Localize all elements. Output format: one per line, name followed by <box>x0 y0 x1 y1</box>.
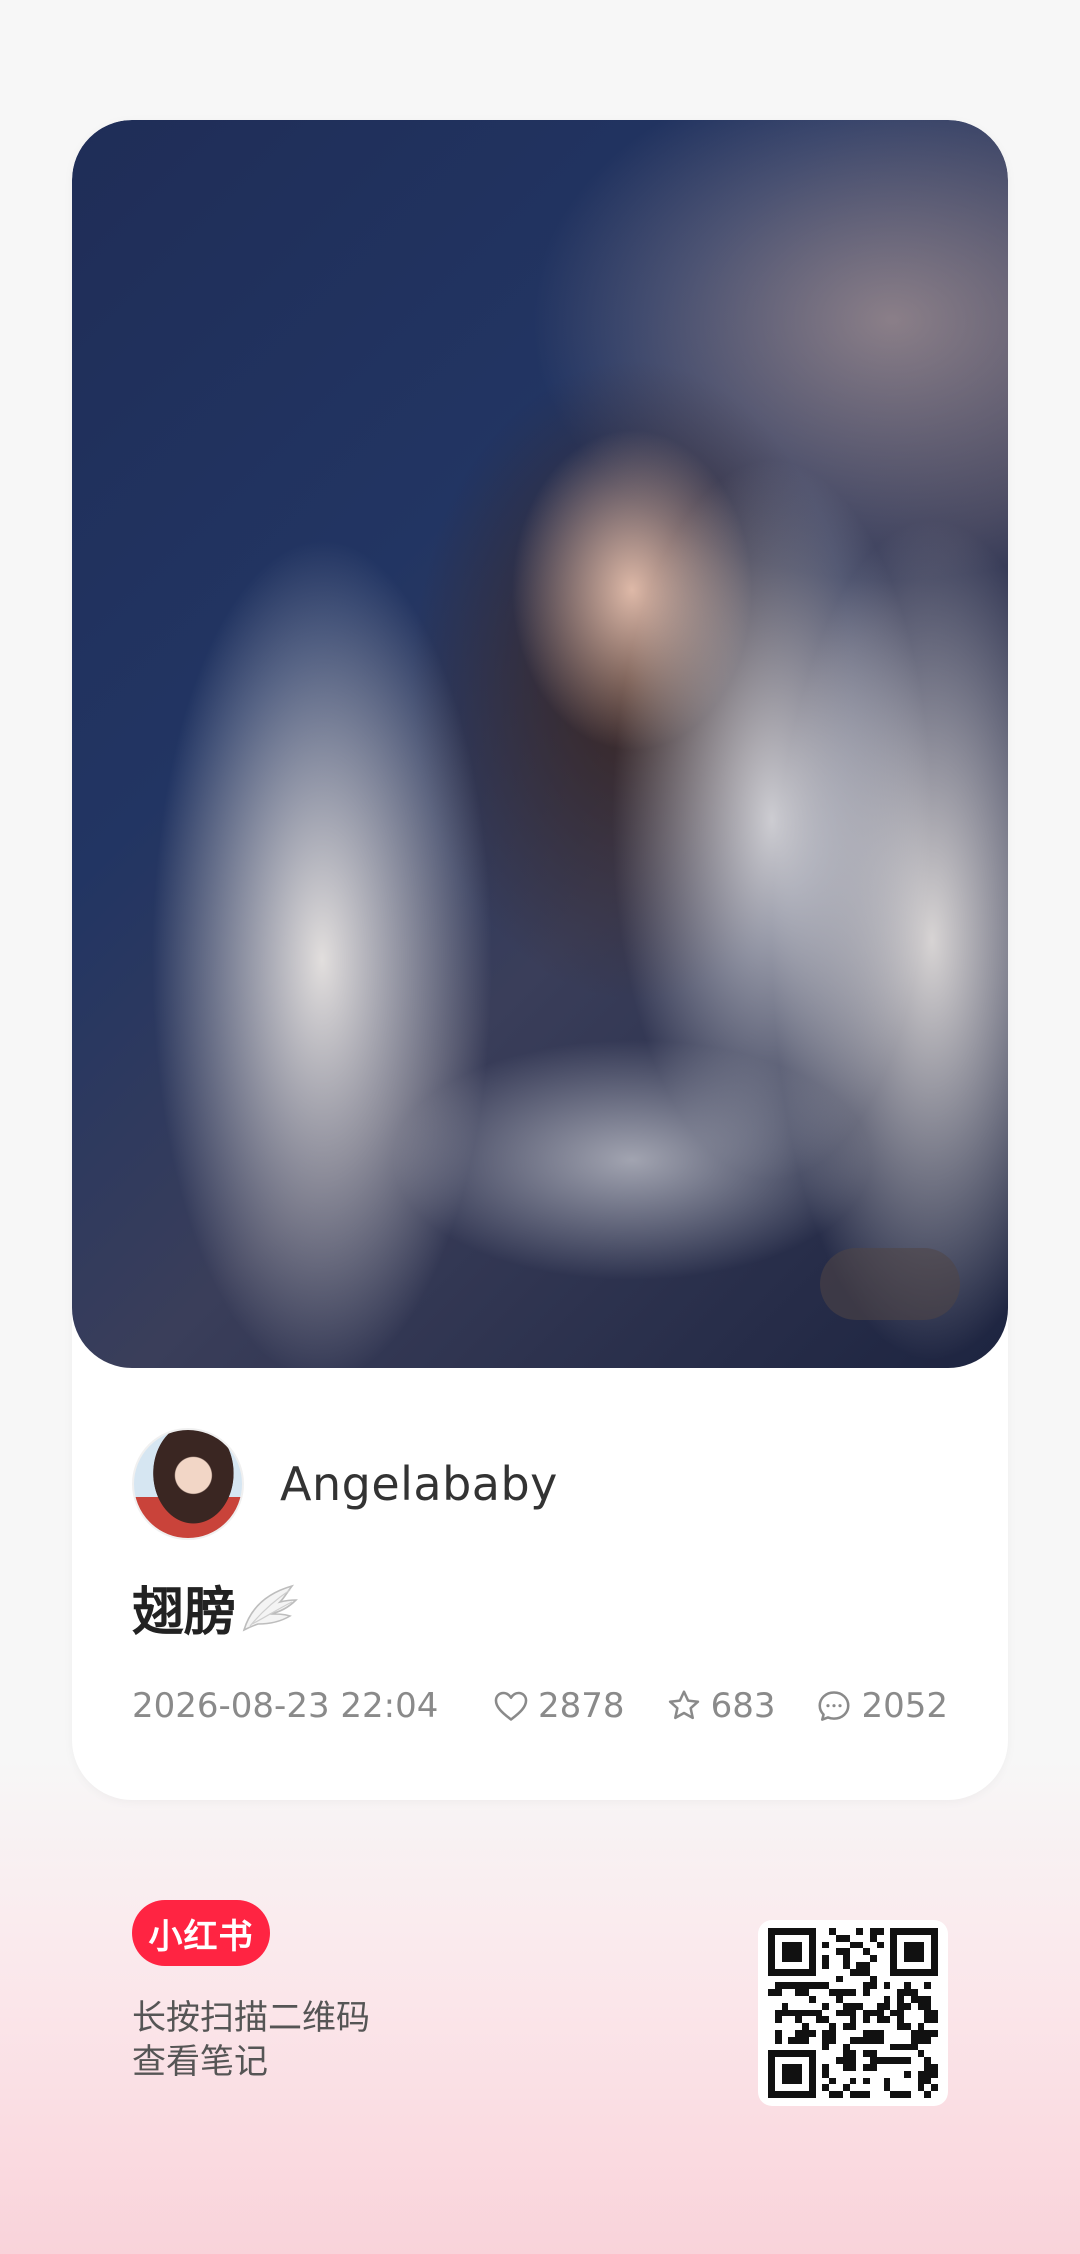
scan-hint: 长按扫描二维码 查看笔记 <box>132 1996 370 2084</box>
collect-count: 683 <box>710 1686 776 1726</box>
qr-code-matrix <box>768 1928 938 2098</box>
comment-count: 2052 <box>861 1686 948 1726</box>
heart-icon <box>494 1691 528 1721</box>
star-icon <box>668 1690 699 1720</box>
note-title: 翅膀 <box>132 1570 300 1645</box>
scan-hint-line-1: 长按扫描二维码 <box>132 1998 370 2038</box>
post-date: 2026-08-23 22:04 <box>132 1686 439 1726</box>
avatar[interactable] <box>132 1428 244 1540</box>
like-stat[interactable]: 2878 <box>492 1686 625 1726</box>
note-cover-image[interactable] <box>72 120 1008 1368</box>
author-row[interactable]: Angelababy <box>132 1428 558 1540</box>
wing-emoji-icon <box>242 1584 298 1632</box>
scan-hint-line-2: 查看笔记 <box>132 2042 268 2082</box>
author-name[interactable]: Angelababy <box>280 1457 558 1511</box>
qr-code[interactable] <box>758 1920 948 2106</box>
image-overlay-pill <box>820 1248 960 1320</box>
like-count: 2878 <box>538 1686 625 1726</box>
comment-icon <box>818 1691 850 1721</box>
xiaohongshu-logo: 小红书 <box>132 1900 270 1966</box>
note-title-text: 翅膀 <box>132 1583 237 1643</box>
comment-stat[interactable]: 2052 <box>815 1686 948 1726</box>
collect-stat[interactable]: 683 <box>665 1686 776 1726</box>
note-meta-row: 2026-08-23 22:04 2878 683 2052 <box>132 1680 948 1732</box>
note-card[interactable]: Angelababy 翅膀 2026-08-23 22:04 2878 683 <box>72 120 1008 1800</box>
